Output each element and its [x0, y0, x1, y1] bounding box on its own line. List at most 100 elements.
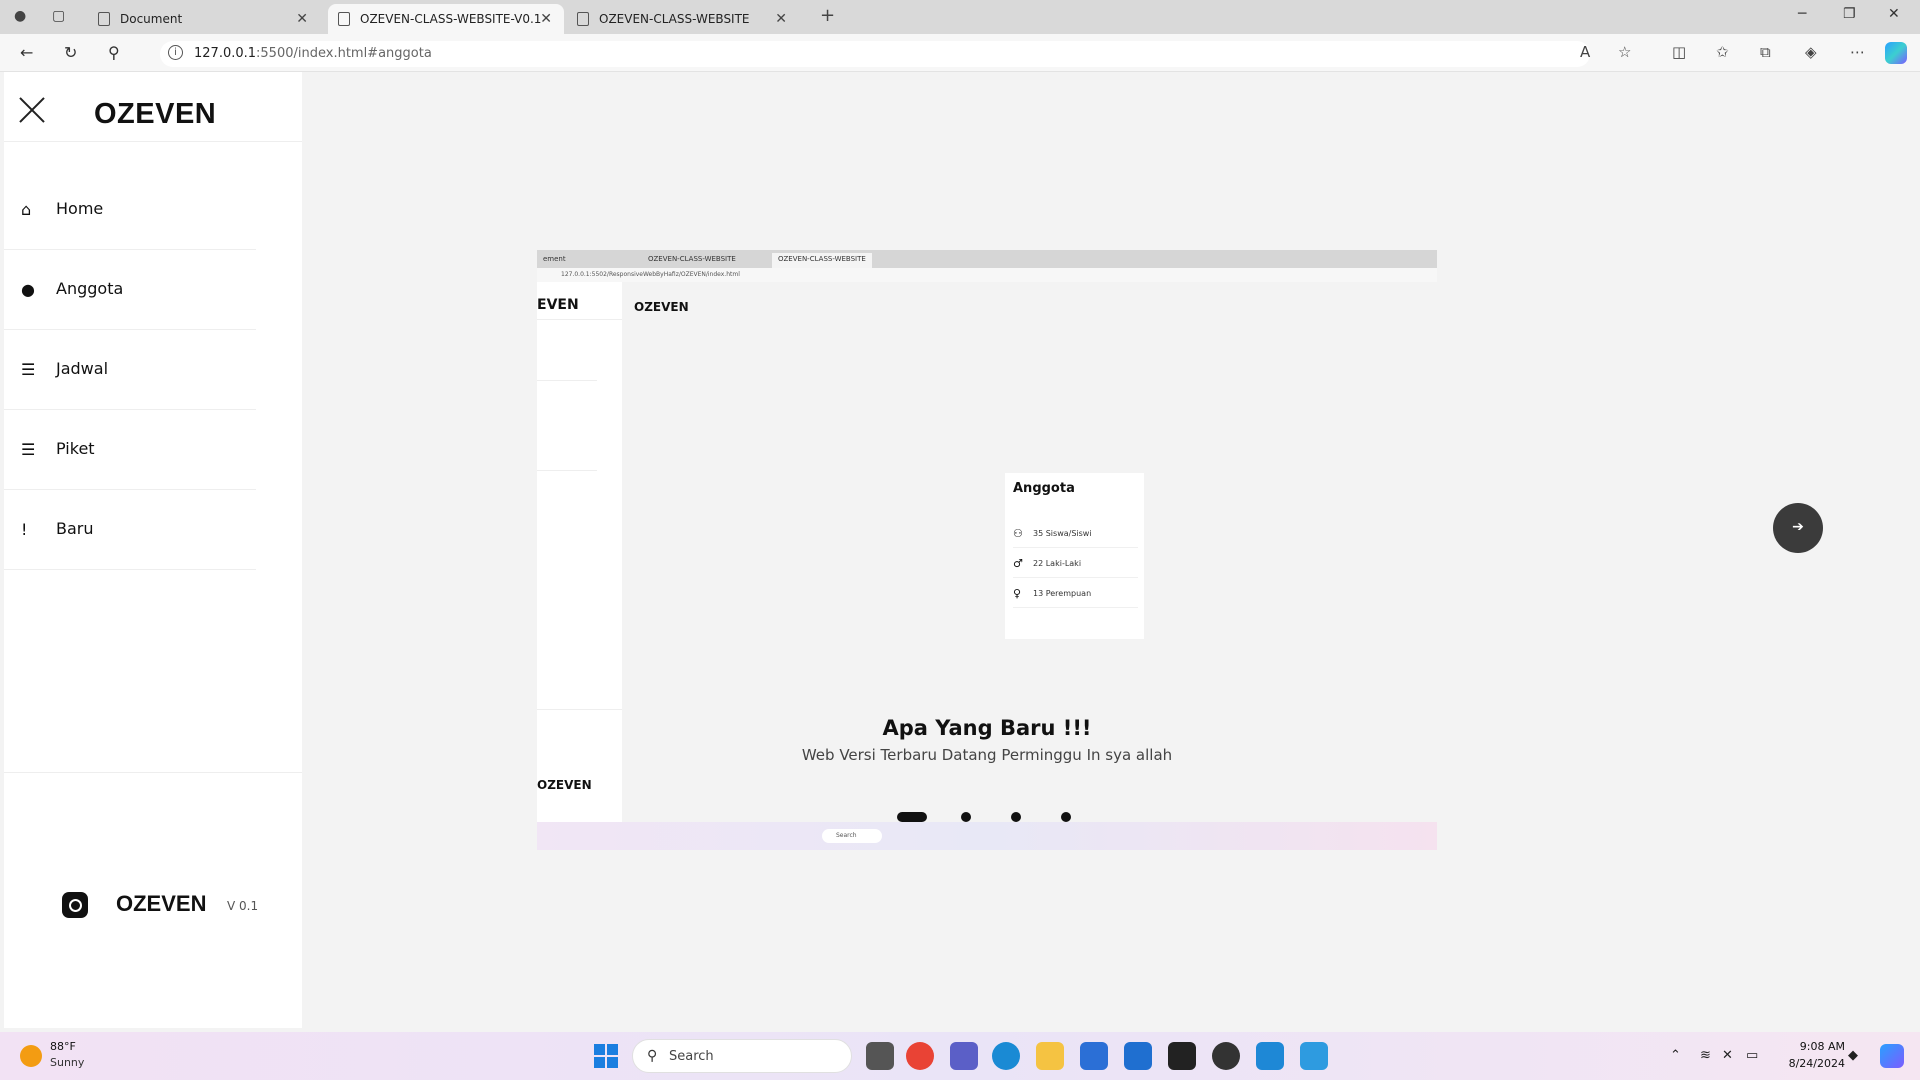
slide-header-brand: OZEVEN — [634, 300, 689, 314]
carousel-next-button[interactable]: ➔ — [1773, 503, 1823, 553]
carousel-subtitle: Web Versi Terbaru Datang Perminggu In sy… — [801, 746, 1173, 764]
divider — [537, 709, 622, 710]
carousel-dot-1[interactable] — [897, 812, 927, 822]
notion-icon[interactable] — [1168, 1042, 1196, 1070]
copilot-taskbar-icon[interactable] — [1880, 1044, 1904, 1068]
split-screen-icon[interactable]: ◫ — [1672, 43, 1686, 61]
site-info-icon[interactable]: i — [168, 45, 183, 60]
media-player-icon[interactable] — [1212, 1042, 1240, 1070]
extensions-icon[interactable]: ◈ — [1805, 43, 1817, 61]
slide-tab: OZEVEN-CLASS-WEBSITE — [648, 255, 736, 263]
store-icon[interactable] — [1080, 1042, 1108, 1070]
new-tab-icon[interactable]: + — [820, 5, 835, 26]
weather-condition[interactable]: Sunny — [50, 1056, 84, 1069]
taskbar-search-label: Search — [669, 1049, 714, 1064]
tab-ozeven-v01[interactable]: OZEVEN-CLASS-WEBSITE-V0.1 ✕ — [328, 4, 564, 34]
minimize-icon[interactable]: ─ — [1798, 6, 1806, 22]
person-icon: ⚇ — [1013, 527, 1023, 540]
url-path: :5500/index.html#anggota — [256, 46, 432, 61]
female-icon: ♀ — [1013, 587, 1022, 600]
vscode-icon[interactable] — [1256, 1042, 1284, 1070]
footer-brand: OZEVEN — [116, 891, 207, 916]
divider — [537, 319, 622, 320]
sidebar-item-anggota[interactable]: ● Anggota — [4, 250, 256, 330]
back-icon[interactable]: ← — [20, 43, 33, 62]
tab-actions-icon[interactable]: ▢ — [52, 8, 65, 24]
close-menu-icon[interactable] — [18, 96, 46, 124]
read-aloud-icon[interactable]: A — [1580, 43, 1590, 61]
volume-muted-icon[interactable]: ✕ — [1722, 1048, 1733, 1063]
edge-icon[interactable] — [992, 1042, 1020, 1070]
tab-label: OZEVEN-CLASS-WEBSITE — [599, 12, 750, 26]
carousel-slide-image: ement OZEVEN-CLASS-WEBSITE OZEVEN-CLASS-… — [537, 250, 1437, 850]
collections-icon[interactable]: ⧉ — [1760, 43, 1771, 61]
favorites-icon[interactable]: ✩ — [1716, 43, 1729, 61]
card-row: ⚇ 35 Siswa/Siswi — [1013, 518, 1138, 548]
sidebar-item-label: Jadwal — [56, 359, 109, 378]
carousel-title: Apa Yang Baru !!! — [882, 716, 1092, 740]
wifi-icon[interactable]: ≋ — [1700, 1048, 1711, 1063]
teams-icon[interactable] — [950, 1042, 978, 1070]
slide-side-brand: EVEN — [537, 297, 579, 313]
weather-temp[interactable]: 88°F — [50, 1040, 76, 1053]
tab-document[interactable]: Document ✕ — [88, 4, 320, 34]
restore-icon[interactable]: ❐ — [1843, 6, 1856, 22]
weather-sun-icon[interactable] — [20, 1045, 42, 1067]
sidebar-item-piket[interactable]: ☰ Piket — [4, 410, 256, 490]
sidebar-item-jadwal[interactable]: ☰ Jadwal — [4, 330, 256, 410]
windows-start-icon[interactable] — [594, 1044, 618, 1068]
more-icon[interactable]: ⋯ — [1850, 43, 1865, 61]
card-row: ♂ 22 Laki-Laki — [1013, 548, 1138, 578]
list-icon: ☰ — [21, 440, 36, 459]
file-explorer-icon[interactable] — [1036, 1042, 1064, 1070]
profile-icon[interactable]: ● — [14, 8, 26, 24]
search-icon[interactable]: ⚲ — [108, 43, 120, 62]
address-bar-row: ← ↻ ⚲ i 127.0.0.1:5500/index.html#anggot… — [0, 34, 1920, 72]
search-icon: ⚲ — [647, 1048, 658, 1064]
slide-url: 127.0.0.1:5502/ResponsiveWebByHafiz/OZEV… — [537, 268, 1437, 282]
paint-icon[interactable] — [1300, 1042, 1328, 1070]
male-icon: ♂ — [1013, 557, 1023, 570]
sidebar-item-home[interactable]: ⌂ Home — [4, 170, 256, 250]
notification-bell-icon[interactable]: ◆ — [1848, 1048, 1858, 1063]
close-window-icon[interactable]: ✕ — [1888, 6, 1900, 22]
refresh-icon[interactable]: ↻ — [64, 43, 77, 62]
divider — [4, 772, 302, 773]
sidebar: OZEVEN ⌂ Home ● Anggota ☰ Jadwal ☰ Piket… — [4, 72, 302, 1028]
page-icon — [98, 12, 110, 26]
clock-date: 8/24/2024 — [1788, 1057, 1845, 1070]
close-tab-icon[interactable]: ✕ — [775, 11, 787, 27]
version-label: V 0.1 — [227, 899, 259, 913]
user-icon: ● — [21, 280, 35, 299]
sidebar-item-label: Baru — [56, 519, 94, 538]
sidebar-item-label: Piket — [56, 439, 95, 458]
close-tab-icon[interactable]: ✕ — [296, 11, 308, 27]
tab-label: Document — [120, 12, 183, 26]
instagram-icon[interactable] — [62, 892, 88, 918]
tab-ozeven[interactable]: OZEVEN-CLASS-WEBSITE ✕ — [567, 4, 799, 34]
clock[interactable]: 9:08 AM 8/24/2024 — [1775, 1040, 1845, 1070]
slide-taskbar-search: Search — [822, 829, 882, 843]
mail-icon[interactable] — [1124, 1042, 1152, 1070]
divider — [537, 470, 597, 471]
home-icon: ⌂ — [21, 200, 32, 219]
sidebar-item-label: Anggota — [56, 279, 124, 298]
url-input[interactable]: i 127.0.0.1:5500/index.html#anggota — [160, 41, 1590, 67]
card-row-label: 35 Siswa/Siswi — [1033, 529, 1092, 538]
sidebar-item-baru[interactable]: ! Baru — [4, 490, 256, 570]
favorite-star-icon[interactable]: ☆ — [1618, 43, 1631, 61]
taskbar-search-input[interactable]: ⚲ Search — [632, 1039, 852, 1073]
page-icon — [338, 12, 350, 26]
battery-icon[interactable]: ▭ — [1746, 1048, 1758, 1063]
sidebar-item-label: Home — [56, 199, 104, 218]
chrome-icon[interactable] — [906, 1042, 934, 1070]
copilot-icon[interactable] — [1885, 42, 1907, 64]
close-tab-icon[interactable]: ✕ — [540, 11, 552, 27]
carousel-dot-3[interactable] — [1011, 812, 1021, 822]
carousel-dot-4[interactable] — [1061, 812, 1071, 822]
task-view-icon[interactable] — [866, 1042, 894, 1070]
carousel-dot-2[interactable] — [961, 812, 971, 822]
carousel-indicators — [897, 812, 1097, 822]
tray-chevron-icon[interactable]: ⌃ — [1670, 1048, 1681, 1063]
card-row-label: 22 Laki-Laki — [1033, 559, 1082, 568]
